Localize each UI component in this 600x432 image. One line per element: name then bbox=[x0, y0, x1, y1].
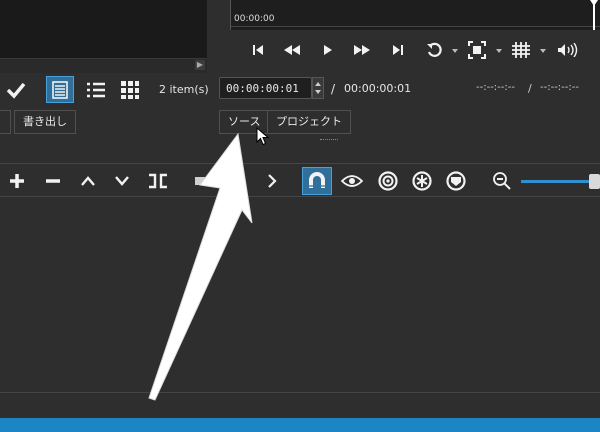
mouse-cursor-icon bbox=[256, 127, 270, 146]
rewind-button[interactable] bbox=[282, 42, 302, 58]
in-point-label: --:--:--:-- bbox=[476, 82, 515, 93]
volume-button[interactable] bbox=[556, 40, 580, 60]
magnet-icon bbox=[309, 172, 325, 188]
spin-down-icon[interactable] bbox=[315, 90, 321, 94]
annotation-arrow bbox=[148, 132, 253, 401]
timeline-tracks-area[interactable] bbox=[0, 197, 600, 392]
chevron-right-icon bbox=[268, 174, 277, 188]
spin-up-icon[interactable] bbox=[315, 82, 321, 86]
fast-forward-icon bbox=[354, 45, 370, 55]
skip-end-icon bbox=[393, 45, 403, 55]
append-button[interactable] bbox=[6, 170, 28, 192]
play-icon bbox=[324, 45, 332, 55]
scroll-right-icon[interactable]: ▶ bbox=[195, 60, 205, 70]
fast-forward-button[interactable] bbox=[352, 42, 372, 58]
chevron-down-icon bbox=[115, 176, 129, 186]
scrub-while-drag-button[interactable] bbox=[340, 170, 364, 192]
tab-project[interactable]: プロジェクト bbox=[267, 110, 351, 134]
eye-icon bbox=[341, 175, 363, 187]
list-view-icon bbox=[87, 82, 105, 98]
minus-icon bbox=[46, 179, 60, 183]
ripple-markers-button[interactable] bbox=[444, 170, 468, 192]
playlist-view bbox=[0, 0, 207, 58]
playhead-marker[interactable] bbox=[590, 0, 598, 30]
loop-icon bbox=[427, 42, 442, 57]
chevron-up-icon bbox=[81, 176, 95, 186]
grid-icon bbox=[512, 42, 530, 58]
ruler-timecode: 00:00:00 bbox=[234, 14, 275, 24]
volume-icon bbox=[558, 43, 578, 57]
overwrite-button[interactable] bbox=[111, 170, 133, 192]
ruler-ticks bbox=[231, 26, 600, 30]
position-timecode-input[interactable]: 00:00:00:01 bbox=[219, 77, 312, 99]
plus-icon bbox=[10, 174, 24, 188]
tab-partial[interactable] bbox=[0, 110, 11, 134]
horizontal-scrollbar[interactable]: ▶ bbox=[0, 58, 207, 73]
lift-button[interactable] bbox=[77, 170, 99, 192]
remove-button[interactable] bbox=[42, 170, 64, 192]
icon-view-icon bbox=[121, 81, 139, 99]
zoom-slider-handle[interactable] bbox=[589, 174, 600, 189]
loop-button[interactable] bbox=[424, 40, 444, 60]
tab-export[interactable]: 書き出し bbox=[14, 110, 76, 134]
playlist-item-count: 2 item(s) bbox=[159, 83, 209, 96]
timeline-ruler[interactable]: 00:00:00 bbox=[230, 0, 600, 30]
panel-divider bbox=[0, 163, 600, 164]
fit-frame-icon bbox=[468, 41, 486, 59]
shield-icon bbox=[446, 171, 466, 191]
skip-to-end-button[interactable] bbox=[390, 42, 406, 58]
icon-view-button[interactable] bbox=[118, 78, 142, 102]
zoom-fit-button[interactable] bbox=[466, 40, 488, 60]
check-icon bbox=[6, 82, 26, 99]
ripple-all-tracks-button[interactable] bbox=[410, 170, 434, 192]
scroll-right-button[interactable] bbox=[262, 170, 282, 192]
list-view-button[interactable] bbox=[84, 78, 108, 102]
confirm-button[interactable] bbox=[4, 78, 28, 102]
details-view-icon bbox=[52, 80, 68, 99]
loop-dropdown-icon[interactable] bbox=[452, 49, 458, 53]
skip-to-start-button[interactable] bbox=[250, 42, 266, 58]
taskbar-strip bbox=[0, 418, 600, 432]
duration-label: 00:00:00:01 bbox=[344, 82, 412, 95]
grid-button[interactable] bbox=[510, 40, 532, 60]
zoom-slider-track[interactable] bbox=[521, 180, 591, 183]
skip-start-icon bbox=[253, 45, 263, 55]
zoom-dropdown-icon[interactable] bbox=[496, 49, 502, 53]
zoom-out-button[interactable] bbox=[490, 170, 514, 192]
timeline-bottom-divider bbox=[0, 392, 600, 393]
details-view-button[interactable] bbox=[46, 76, 74, 103]
out-point-label: --:--:--:-- bbox=[540, 82, 579, 93]
timecode-separator: / bbox=[331, 82, 336, 96]
grid-dropdown-icon[interactable] bbox=[540, 49, 546, 53]
rewind-icon bbox=[284, 45, 300, 55]
ripple-button[interactable] bbox=[376, 170, 400, 192]
asterisk-icon bbox=[412, 171, 432, 191]
zoom-out-icon bbox=[493, 172, 511, 190]
snap-button[interactable] bbox=[302, 167, 332, 195]
timecode-spinner[interactable] bbox=[312, 77, 324, 99]
target-icon bbox=[378, 171, 398, 191]
play-button[interactable] bbox=[320, 42, 336, 58]
splitter-handle[interactable] bbox=[320, 139, 338, 142]
in-out-separator: / bbox=[528, 82, 532, 95]
